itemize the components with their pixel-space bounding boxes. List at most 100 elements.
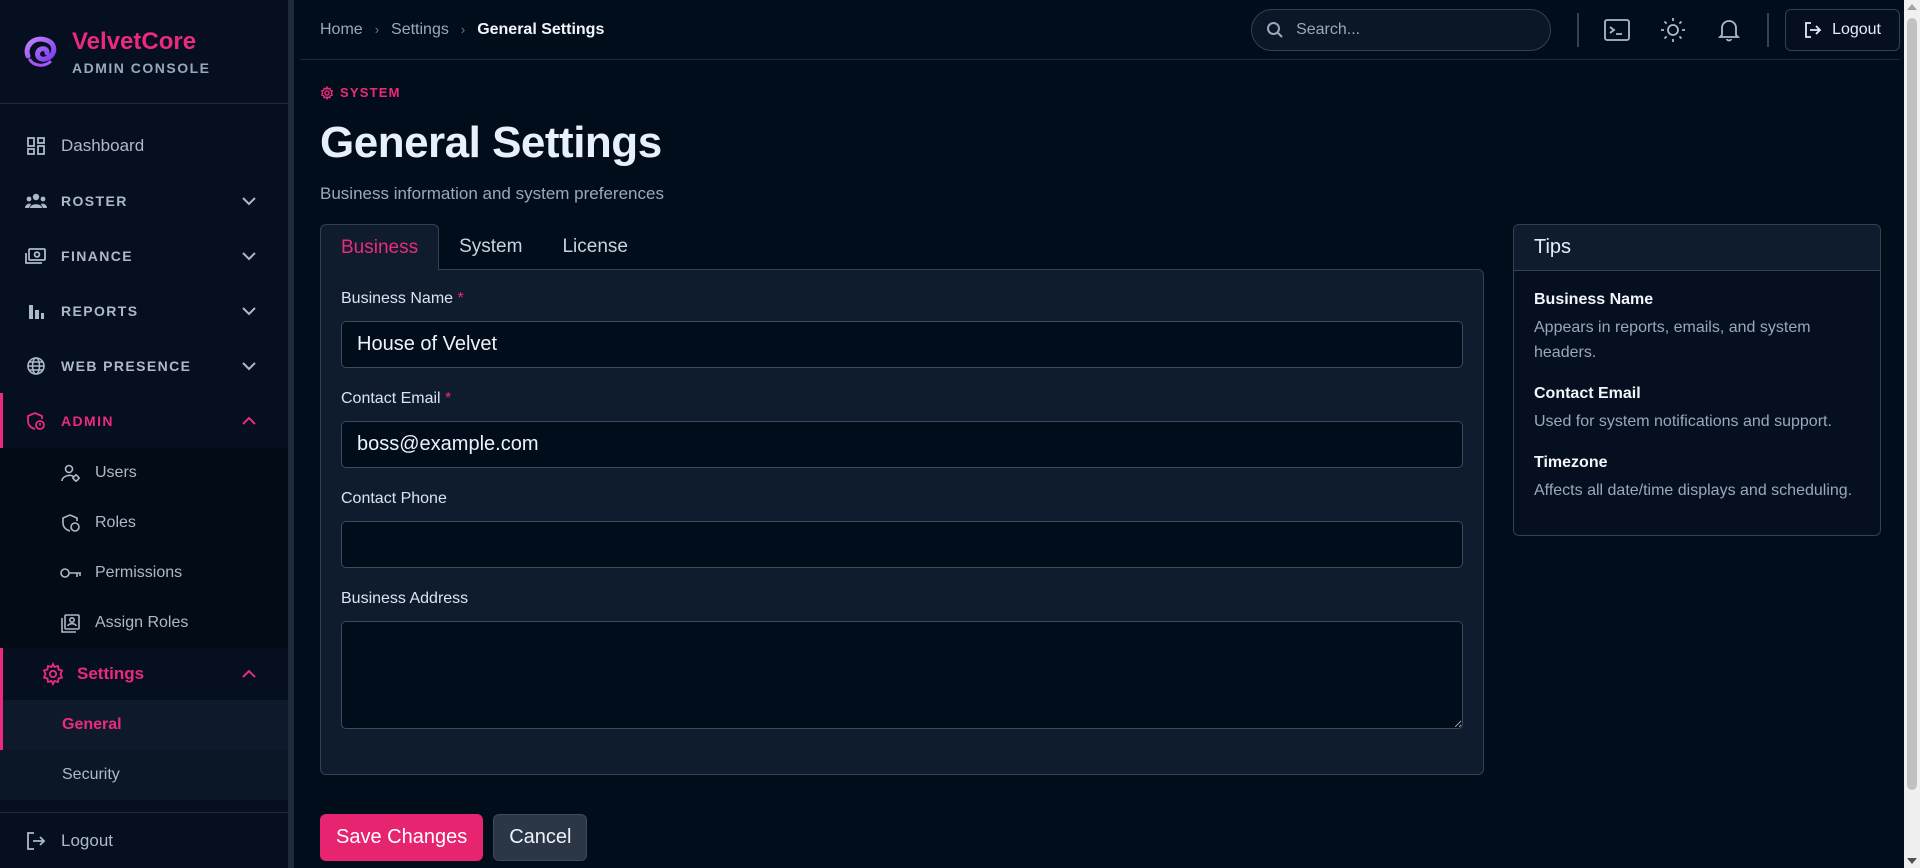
sun-icon	[1661, 17, 1686, 42]
business-name-input[interactable]	[341, 321, 1463, 368]
tab-system[interactable]: System	[439, 224, 542, 270]
scroll-down-arrow-icon[interactable]	[1907, 858, 1917, 864]
sidebar-item-assign-roles[interactable]: Assign Roles	[0, 598, 288, 648]
sidebar-item-users[interactable]: Users	[0, 448, 288, 498]
dashboard-icon	[25, 135, 47, 157]
tab-bar: Business System License	[320, 224, 1484, 270]
chevron-down-icon	[242, 361, 256, 370]
sidebar-item-admin[interactable]: ADMIN	[0, 393, 288, 448]
sidebar-item-label: Users	[95, 464, 137, 481]
bar-chart-icon	[25, 300, 47, 322]
chevron-up-icon	[242, 416, 256, 425]
sidebar-item-settings[interactable]: Settings	[0, 648, 288, 700]
sidebar-item-roster[interactable]: ROSTER	[0, 173, 288, 228]
business-name-label: Business Name *	[341, 290, 464, 307]
sidebar-item-finance[interactable]: FINANCE	[0, 228, 288, 283]
chevron-right-icon: ›	[374, 22, 380, 37]
main-content: SYSTEM General Settings Business informa…	[320, 60, 1881, 861]
sidebar-item-general[interactable]: General	[0, 700, 288, 750]
sidebar-item-label: WEB PRESENCE	[61, 357, 192, 374]
sidebar-item-dashboard[interactable]: Dashboard	[0, 118, 288, 173]
sidebar-nav: Dashboard ROSTER FINANCE REPORTS WEB PRE…	[0, 118, 288, 800]
shield-lock-icon	[60, 512, 82, 534]
admin-submenu: Users Roles Permissions Assign Roles Set…	[0, 448, 288, 800]
brand-name: VelvetCore	[72, 27, 197, 55]
sidebar-item-web-presence[interactable]: WEB PRESENCE	[0, 338, 288, 393]
bell-icon	[1718, 19, 1741, 41]
contact-email-field: Contact Email *	[341, 390, 1463, 468]
section-eyebrow: SYSTEM	[320, 85, 1880, 100]
save-button[interactable]: Save Changes	[320, 814, 484, 861]
eyebrow-label: SYSTEM	[340, 85, 401, 100]
required-mark: *	[457, 290, 464, 307]
terminal-button[interactable]	[1594, 7, 1640, 53]
search-box	[1251, 8, 1552, 51]
tab-business[interactable]: Business	[320, 224, 440, 270]
sidebar-item-label: Settings	[77, 664, 145, 683]
logout-button[interactable]: Logout	[1785, 8, 1900, 51]
page-scrollbar[interactable]	[1904, 0, 1920, 868]
search-input[interactable]	[1296, 20, 1537, 39]
tip-item: Timezone Affects all date/time displays …	[1534, 454, 1860, 503]
globe-icon	[25, 355, 47, 377]
sidebar-item-reports[interactable]: REPORTS	[0, 283, 288, 338]
scroll-up-arrow-icon[interactable]	[1907, 4, 1917, 10]
scrollbar-thumb[interactable]	[1907, 18, 1917, 790]
terminal-icon	[1604, 18, 1630, 41]
sidebar-logout-label: Logout	[61, 830, 113, 850]
tip-text: Affects all date/time displays and sched…	[1534, 482, 1853, 499]
notifications-button[interactable]	[1706, 7, 1752, 53]
business-name-field: Business Name *	[341, 290, 1463, 368]
money-icon	[25, 245, 47, 267]
chevron-right-icon: ›	[460, 22, 466, 37]
breadcrumb-current: General Settings	[477, 20, 605, 38]
breadcrumb-settings[interactable]: Settings	[391, 21, 449, 39]
brand: VelvetCore ADMIN CONSOLE	[0, 0, 288, 104]
tip-text: Used for system notifications and suppor…	[1534, 413, 1832, 430]
sidebar-item-roles[interactable]: Roles	[0, 498, 288, 548]
business-address-textarea[interactable]	[341, 621, 1463, 729]
topbar: Home › Settings › General Settings Logou…	[300, 0, 1900, 60]
business-panel: Business Name * Contact Email * Contact …	[320, 269, 1484, 775]
settings-card: Business System License Business Name * …	[320, 224, 1484, 775]
contact-email-input[interactable]	[341, 421, 1463, 468]
theme-toggle-button[interactable]	[1650, 7, 1696, 53]
page-title: General Settings	[320, 118, 662, 167]
tip-title: Timezone	[1534, 454, 1608, 471]
sidebar-item-label: ADMIN	[61, 412, 114, 429]
chevron-down-icon	[242, 251, 256, 260]
chevron-up-icon	[242, 669, 256, 678]
contact-phone-input[interactable]	[341, 521, 1463, 568]
contact-phone-label: Contact Phone	[341, 490, 447, 507]
velvet-logo-icon	[24, 36, 57, 67]
user-gear-icon	[60, 462, 82, 484]
sidebar-item-label: Permissions	[95, 564, 183, 581]
sidebar-item-label: Assign Roles	[95, 614, 189, 631]
tips-body: Business Name Appears in reports, emails…	[1514, 271, 1880, 535]
cancel-button[interactable]: Cancel	[493, 814, 588, 861]
breadcrumb: Home › Settings › General Settings	[300, 21, 1251, 39]
tip-text: Appears in reports, emails, and system h…	[1534, 319, 1811, 361]
logout-label: Logout	[1832, 20, 1881, 38]
tips-title: Tips	[1514, 225, 1880, 271]
business-address-field: Business Address	[341, 590, 1463, 734]
logout-icon	[27, 831, 46, 850]
gear-icon	[42, 662, 64, 686]
tip-title: Business Name	[1534, 291, 1654, 308]
sidebar-item-label: ROSTER	[61, 192, 128, 209]
sidebar-item-permissions[interactable]: Permissions	[0, 548, 288, 598]
contact-email-label: Contact Email *	[341, 390, 452, 407]
tip-title: Contact Email	[1534, 385, 1641, 402]
breadcrumb-home[interactable]: Home	[320, 21, 363, 39]
chevron-down-icon	[242, 196, 256, 205]
sidebar-logout-button[interactable]: Logout	[0, 812, 288, 868]
shield-icon	[25, 410, 47, 432]
tab-license[interactable]: License	[542, 224, 648, 270]
tips-panel: Tips Business Name Appears in reports, e…	[1513, 224, 1881, 536]
search-icon	[1267, 21, 1283, 38]
chevron-down-icon	[242, 306, 256, 315]
sidebar-item-label: REPORTS	[61, 302, 139, 319]
page-subtitle: Business information and system preferen…	[320, 184, 664, 203]
sidebar-item-security[interactable]: Security	[0, 750, 288, 800]
divider	[1577, 12, 1580, 47]
